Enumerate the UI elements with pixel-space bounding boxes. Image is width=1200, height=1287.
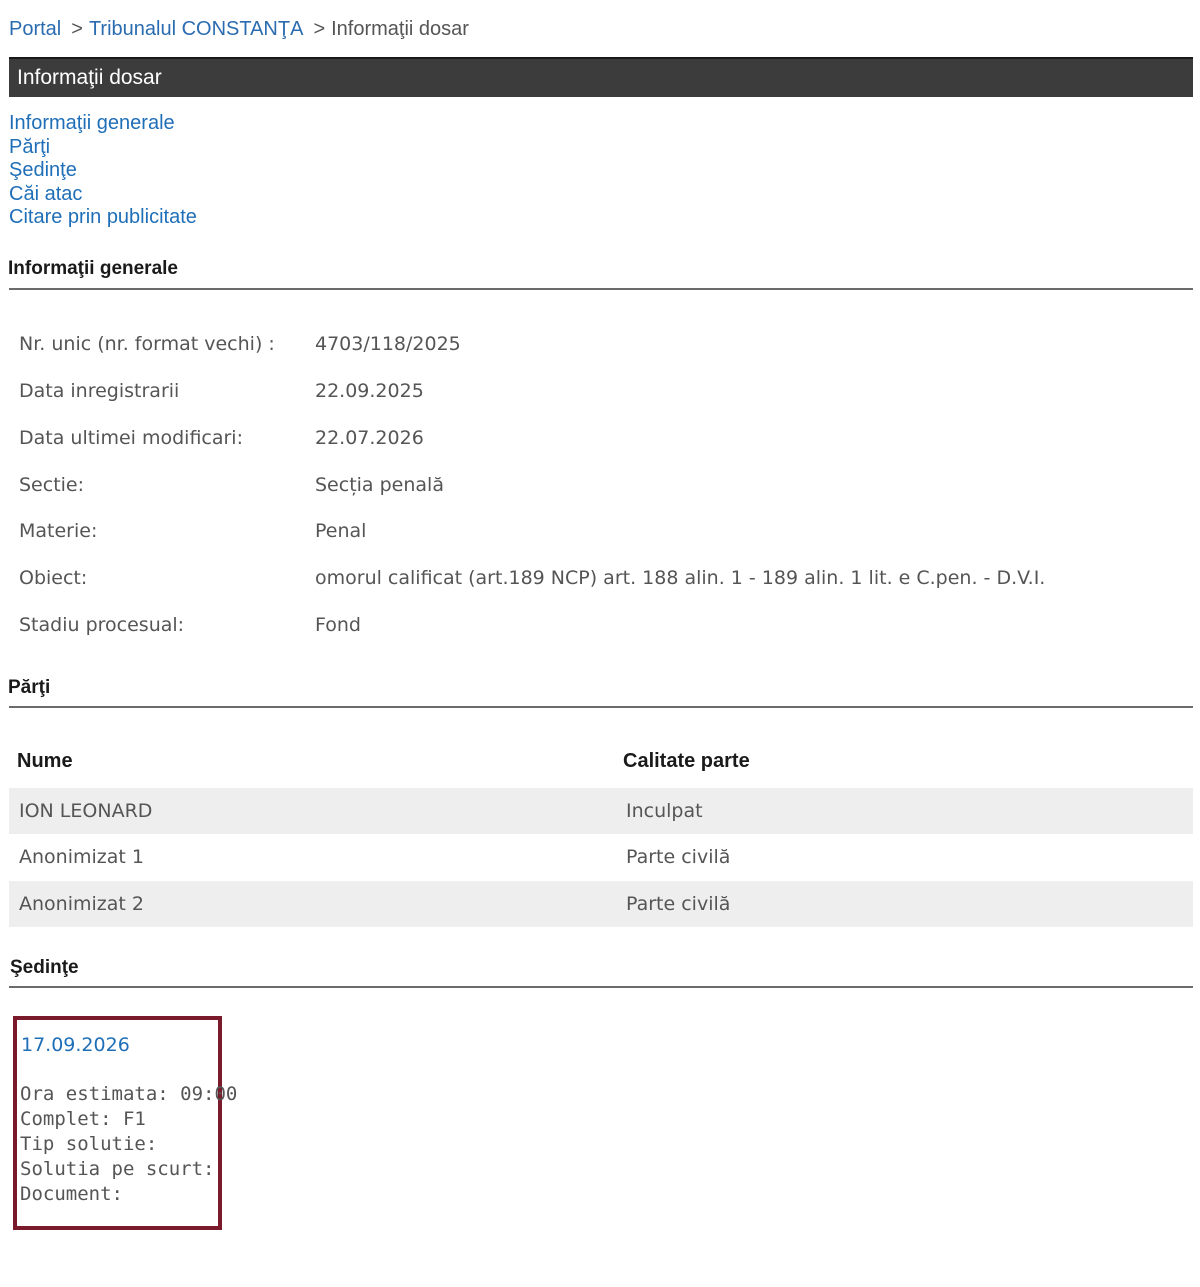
info-value: omorul calificat (art.189 NCP) art. 188 … (315, 567, 1046, 589)
breadcrumb-current: Informaţii dosar (331, 18, 469, 40)
table-row: Anonimizat 1 Parte civilă (9, 834, 1193, 880)
section-divider (9, 986, 1193, 988)
info-label: Nr. unic (nr. format vechi) : (19, 333, 275, 355)
info-label: Obiect: (19, 567, 88, 589)
table-row: Anonimizat 2 Parte civilă (9, 881, 1193, 927)
party-role: Inculpat (626, 800, 703, 822)
party-role: Parte civilă (626, 893, 731, 915)
breadcrumb-separator: > (313, 18, 326, 40)
breadcrumb-court-link[interactable]: Tribunalul CONSTANŢA (89, 18, 304, 40)
info-value: Secția penală (315, 474, 444, 496)
party-name: Anonimizat 1 (19, 846, 144, 868)
session-ora-estimata: Ora estimata: 09:00 (20, 1083, 238, 1105)
party-name: ION LEONARD (19, 800, 153, 822)
breadcrumb-separator: > (71, 18, 83, 40)
breadcrumb: Portal > Tribunalul CONSTANŢA > Informaţii d… (9, 18, 469, 41)
section-heading-sedinte: Şedinţe (10, 957, 79, 978)
breadcrumb-portal-link[interactable]: Portal (9, 18, 61, 40)
info-label: Stadiu procesual: (19, 614, 185, 636)
nav-link-parti[interactable]: Părţi (9, 136, 197, 160)
section-heading-parti: Părţi (8, 677, 51, 698)
column-header-calitate-parte: Calitate parte (623, 750, 750, 772)
session-complet: Complet: F1 (20, 1108, 146, 1130)
nav-link-sedinte[interactable]: Şedinţe (9, 159, 197, 183)
info-label: Data inregistrarii (19, 380, 180, 402)
nav-link-informatii-generale[interactable]: Informaţii generale (9, 112, 197, 136)
info-value: Penal (315, 520, 367, 542)
info-value: 4703/118/2025 (315, 333, 461, 355)
info-value: Fond (315, 614, 361, 636)
table-row: ION LEONARD Inculpat (9, 788, 1193, 834)
info-label: Sectie: (19, 474, 85, 496)
session-highlight-box: 17.09.2026 Ora estimata: 09:00 Complet: … (13, 1016, 237, 1230)
info-value: 22.09.2025 (315, 380, 424, 402)
page-title-bar: Informaţii dosar (9, 57, 1193, 97)
column-header-nume: Nume (17, 750, 73, 772)
party-role: Parte civilă (626, 846, 731, 868)
section-divider (9, 288, 1193, 290)
section-divider (9, 706, 1193, 708)
nav-link-citare-prin-publicitate[interactable]: Citare prin publicitate (9, 206, 197, 230)
page-title: Informaţii dosar (17, 66, 162, 89)
session-solutia-pe-scurt: Solutia pe scurt: (20, 1158, 215, 1180)
session-tip-solutie: Tip solutie: (20, 1133, 158, 1155)
info-label: Materie: (19, 520, 98, 542)
party-name: Anonimizat 2 (19, 893, 144, 915)
session-document: Document: (20, 1183, 123, 1205)
section-heading-general: Informaţii generale (8, 258, 178, 279)
section-nav: Informaţii generale Părţi Şedinţe Căi at… (9, 112, 197, 230)
info-value: 22.07.2026 (315, 427, 424, 449)
info-label: Data ultimei modificari: (19, 427, 243, 449)
session-details: Ora estimata: 09:00 Complet: F1 Tip solu… (20, 1082, 237, 1207)
nav-link-cai-atac[interactable]: Căi atac (9, 183, 197, 207)
session-date-link[interactable]: 17.09.2026 (21, 1034, 130, 1056)
